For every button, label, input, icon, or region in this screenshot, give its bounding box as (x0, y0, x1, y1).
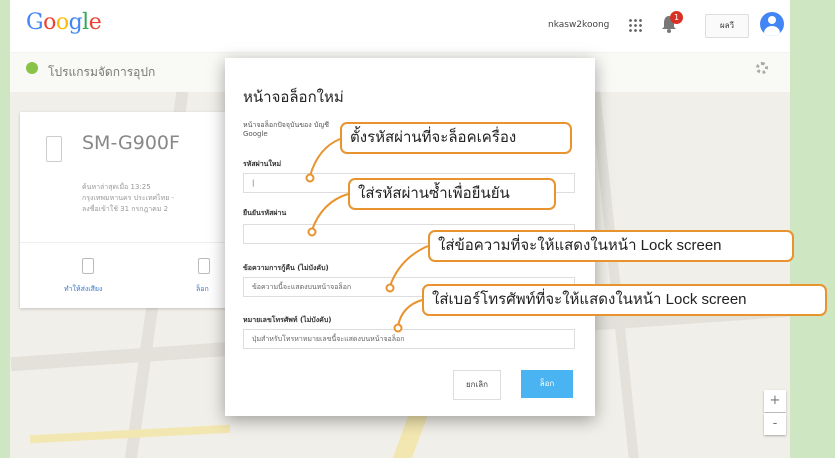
connector-dot (393, 323, 403, 333)
connector-line (311, 193, 349, 231)
callout-connectors (305, 138, 429, 333)
connector-dot (305, 173, 315, 183)
connector-dot (307, 227, 317, 237)
connector-line (397, 299, 423, 327)
connector-line (309, 138, 341, 177)
callout-lock-message: ใส่ข้อความที่จะให้แสดงในหน้า Lock screen (428, 230, 794, 262)
callout-confirm-password: ใส่รหัสผ่านซ้ำเพื่อยืนยัน (348, 178, 556, 210)
callout-set-password: ตั้งรหัสผ่านที่จะล็อคเครื่อง (340, 122, 572, 154)
callout-lock-phone: ใส่เบอร์โทรศัพท์ที่จะให้แสดงในหน้า Lock … (422, 284, 827, 316)
connector-line (389, 245, 429, 287)
connector-dot (385, 283, 395, 293)
